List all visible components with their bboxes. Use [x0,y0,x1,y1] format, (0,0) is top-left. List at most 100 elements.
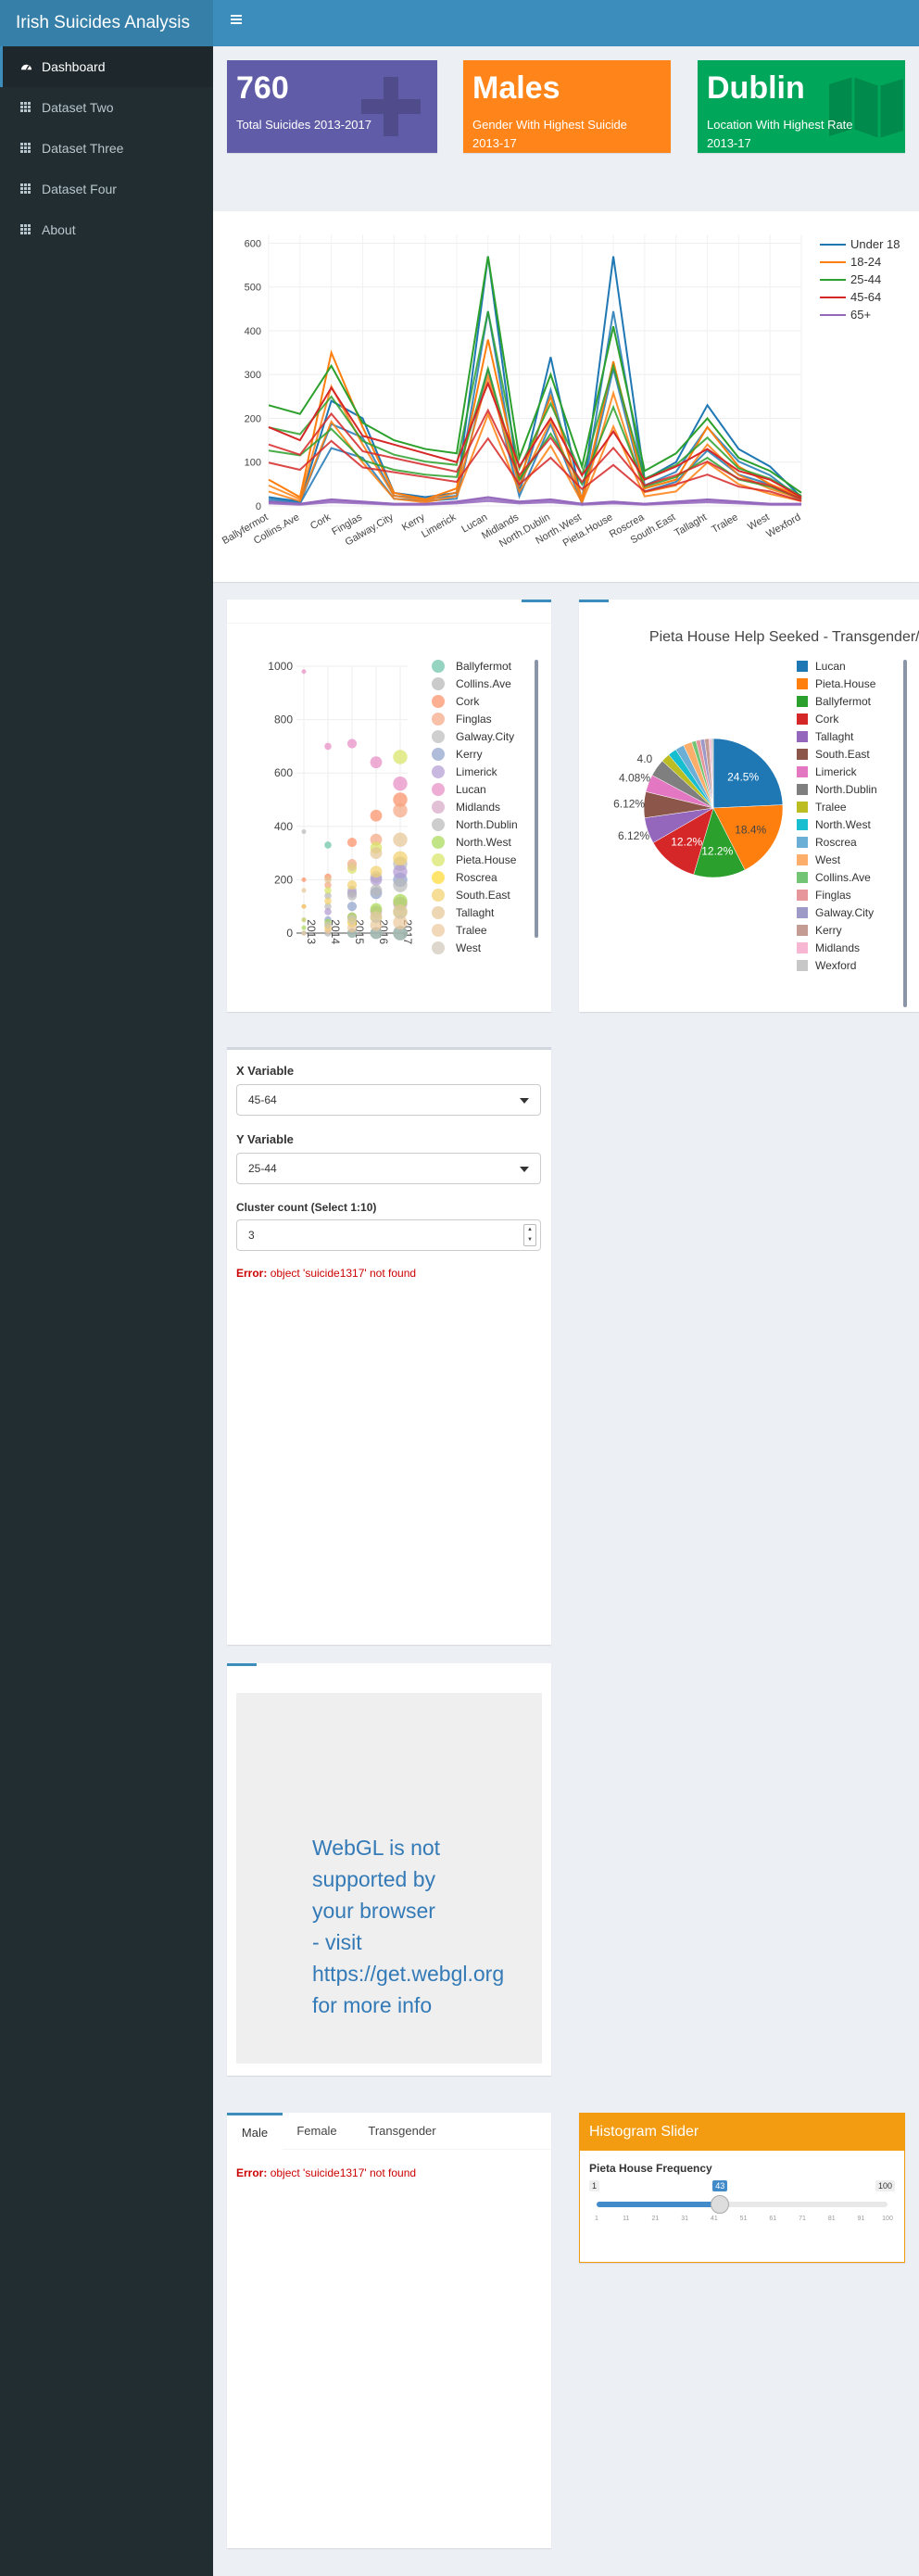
legend-label[interactable]: 65+ [850,308,871,322]
slider-handle[interactable] [711,2195,730,2214]
scatter-point[interactable] [393,832,408,847]
scatter-point[interactable] [346,880,358,890]
legend-label[interactable]: Lucan [815,660,846,673]
scatter-point[interactable] [346,739,358,749]
webgl-message[interactable]: WebGL is not supported by your browser -… [312,1832,553,2021]
legend-label[interactable]: Galway.City [456,730,514,743]
scatter-point[interactable] [370,865,383,878]
scatter-point[interactable] [324,921,332,929]
legend-label[interactable]: Pieta.House [456,853,517,866]
legend-label[interactable]: Finglas [815,889,851,902]
series-line[interactable] [268,310,802,504]
legend-label[interactable]: Kerry [456,748,483,761]
legend-label[interactable]: Ballyfermot [456,660,512,673]
legend-label[interactable]: 18-24 [850,255,881,269]
scatter-point[interactable] [393,904,408,919]
scatter-point[interactable] [301,877,307,882]
legend-label[interactable]: 45-64 [850,290,881,304]
scatter-point[interactable] [370,911,383,924]
legend-label[interactable]: Wexford [815,959,856,972]
legend-label[interactable]: North.Dublin [456,818,518,831]
legend-label[interactable]: Midlands [456,801,500,814]
scatter-point[interactable] [324,908,332,915]
y-variable-select[interactable]: 25-44 [236,1153,541,1184]
spin-up-icon[interactable]: ▲ [524,1225,535,1235]
spin-down-icon[interactable]: ▼ [524,1235,535,1245]
legend-label[interactable]: Lucan [456,783,486,796]
scatter-point[interactable] [324,742,332,751]
sidebar-item-dataset-two[interactable]: Dataset Two [0,87,213,128]
hamburger-icon[interactable] [226,13,246,33]
scatter-point[interactable] [301,669,307,675]
legend-label[interactable]: Under 18 [850,237,900,251]
sidebar-item-dashboard[interactable]: Dashboard [0,46,213,87]
legend-label[interactable]: Roscrea [815,836,857,849]
legend-label[interactable]: Kerry [815,924,842,937]
x-variable-select[interactable]: 45-64 [236,1084,541,1116]
legend-label[interactable]: North.West [815,818,871,831]
series-line[interactable] [268,256,802,503]
legend-label[interactable]: Galway.City [815,906,874,919]
scatter-point[interactable] [370,756,383,769]
scatter-point[interactable] [370,809,383,822]
legend-label[interactable]: 25-44 [850,272,881,286]
scatter-point[interactable] [346,890,358,901]
legend-label[interactable]: Collins.Ave [456,677,511,690]
scatter-point[interactable] [324,897,332,905]
scatter-point[interactable] [393,777,408,791]
legend-label[interactable]: South.East [815,748,870,761]
scatter-point[interactable] [301,829,307,835]
scatter-point[interactable] [393,750,408,764]
scatter-point[interactable] [346,861,358,872]
legend-label[interactable]: West [815,853,841,866]
tab-male[interactable]: Male [227,2113,283,2150]
legend-label[interactable]: North.Dublin [815,783,877,796]
legend-scrollbar[interactable] [903,660,907,1007]
app-logo[interactable]: Irish Suicides Analysis [0,0,213,46]
legend-label[interactable]: West [456,941,482,954]
scatter-point[interactable] [324,876,332,884]
legend-label[interactable]: Roscrea [456,871,497,884]
scatter-point[interactable] [393,851,408,866]
cluster-count-input[interactable]: 3 ▲ ▼ [236,1219,541,1251]
scatter-point[interactable] [324,841,332,849]
sidebar-item-dataset-three[interactable]: Dataset Three [0,128,213,169]
legend-label[interactable]: Ballyfermot [815,695,872,708]
scatter-point[interactable] [346,902,358,912]
legend-scrollbar[interactable] [535,660,538,938]
scatter-point[interactable] [370,847,383,859]
legend-label[interactable]: Finglas [456,713,492,726]
legend-label[interactable]: North.West [456,836,511,849]
range-slider[interactable]: 1 100 43 1 11 21 31 41 51 61 71 81 91 100 [589,2178,895,2253]
scatter-point[interactable] [301,925,307,930]
scatter-chart-box: 0 200 400 600 800 1000 2013 2014 2015 2016 2017 Bal… [227,600,551,1012]
legend-label[interactable]: Tallaght [815,730,854,743]
legend-label[interactable]: South.East [456,889,510,902]
sidebar-item-dataset-four[interactable]: Dataset Four [0,169,213,209]
legend-label[interactable]: Cork [456,695,480,708]
legend-label[interactable]: Tralee [456,924,487,937]
scatter-point[interactable] [301,930,307,936]
scatter-point[interactable] [393,865,408,879]
scatter-point[interactable] [393,802,408,818]
scatter-point[interactable] [301,888,307,893]
scatter-point[interactable] [393,878,408,892]
legend-label[interactable]: Tallaght [456,906,495,919]
sidebar-item-about[interactable]: About [0,209,213,250]
legend-label[interactable]: Midlands [815,941,860,954]
scatter-point[interactable] [346,915,358,925]
legend-label[interactable]: Collins.Ave [815,871,871,884]
scatter-point[interactable] [301,917,307,923]
legend-label[interactable]: Pieta.House [815,677,876,690]
scatter-point[interactable] [346,837,358,848]
legend-label[interactable]: Limerick [815,765,858,778]
legend-label[interactable]: Cork [815,713,839,726]
legend-label[interactable]: Limerick [456,765,498,778]
tab-transgender[interactable]: Transgender [351,2113,453,2150]
legend-label[interactable]: Tralee [815,801,847,814]
number-spinner[interactable]: ▲ ▼ [523,1224,536,1246]
scatter-point[interactable] [370,884,383,897]
scatter-point[interactable] [301,903,307,909]
tab-female[interactable]: Female [284,2113,349,2150]
scatter-point[interactable] [324,887,332,894]
